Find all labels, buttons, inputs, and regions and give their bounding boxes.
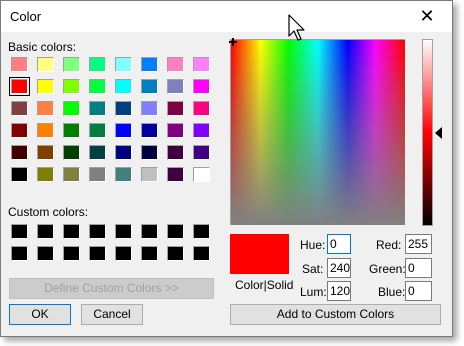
basic-color-swatch[interactable] [167, 101, 184, 116]
cancel-button[interactable]: Cancel [81, 304, 143, 325]
basic-color-swatch[interactable] [89, 167, 106, 182]
lum-label: Lum: [300, 285, 327, 299]
custom-color-swatch[interactable] [63, 246, 80, 261]
basic-color-swatch[interactable] [11, 167, 28, 182]
basic-color-swatch[interactable] [89, 145, 106, 160]
red-label: Red: [376, 238, 402, 252]
custom-color-swatch[interactable] [193, 246, 210, 261]
basic-color-swatch[interactable] [193, 57, 210, 72]
basic-color-swatch[interactable] [63, 145, 80, 160]
basic-color-swatch[interactable] [167, 167, 184, 182]
basic-color-swatch[interactable] [193, 145, 210, 160]
custom-color-swatch[interactable] [11, 224, 28, 239]
custom-colors-label: Custom colors: [8, 205, 89, 219]
custom-color-swatch[interactable] [115, 224, 132, 239]
hue-saturation-spectrum[interactable] [229, 38, 405, 225]
basic-color-swatch[interactable] [141, 79, 158, 94]
green-field[interactable]: 0 [405, 258, 432, 278]
basic-color-swatch[interactable] [115, 57, 132, 72]
custom-color-swatch[interactable] [37, 246, 54, 261]
basic-color-swatch[interactable] [89, 123, 106, 138]
custom-color-swatch[interactable] [167, 224, 184, 239]
close-icon[interactable]: ✕ [404, 1, 450, 31]
basic-color-swatch[interactable] [37, 101, 54, 116]
custom-color-swatch[interactable] [193, 224, 210, 239]
basic-color-swatch[interactable] [167, 79, 184, 94]
custom-color-swatch[interactable] [115, 246, 132, 261]
arrow-left-icon[interactable] [435, 127, 442, 139]
custom-color-swatch[interactable] [37, 224, 54, 239]
custom-colors-grid [11, 224, 210, 261]
basic-color-swatch[interactable] [37, 57, 54, 72]
sat-label: Sat: [302, 262, 324, 276]
basic-color-swatch[interactable] [37, 79, 54, 94]
crosshair-icon [229, 38, 237, 46]
basic-color-swatch[interactable] [63, 79, 80, 94]
green-label: Green: [369, 262, 406, 276]
color-solid-label: Color|Solid [235, 278, 294, 292]
basic-color-swatch[interactable] [193, 167, 210, 182]
add-to-custom-colors-button[interactable]: Add to Custom Colors [230, 304, 441, 325]
title-bar: Color ✕ [1, 1, 452, 32]
basic-color-swatch[interactable] [141, 123, 158, 138]
mouse-pointer-icon [288, 14, 308, 42]
blue-label: Blue: [378, 285, 406, 299]
color-dialog: Color ✕ Basic colors: Custom colors: Def… [0, 0, 453, 337]
custom-color-swatch[interactable] [141, 246, 158, 261]
luminance-slider[interactable] [422, 39, 433, 226]
hue-label: Hue: [300, 238, 326, 252]
color-preview [230, 234, 289, 274]
lum-field[interactable]: 120 [327, 281, 351, 301]
basic-color-swatch[interactable] [63, 167, 80, 182]
basic-color-swatch[interactable] [37, 123, 54, 138]
basic-color-swatch[interactable] [63, 123, 80, 138]
window-title: Color [10, 9, 42, 24]
basic-color-swatch[interactable] [89, 79, 106, 94]
basic-color-swatch[interactable] [115, 167, 132, 182]
basic-color-swatch[interactable] [11, 145, 28, 160]
basic-color-swatch[interactable] [141, 101, 158, 116]
custom-color-swatch[interactable] [63, 224, 80, 239]
define-custom-colors-button[interactable]: Define Custom Colors >> [9, 278, 214, 299]
basic-color-swatch[interactable] [37, 167, 54, 182]
basic-color-swatch[interactable] [141, 145, 158, 160]
basic-color-swatch[interactable] [11, 123, 28, 138]
basic-color-swatch[interactable] [115, 123, 132, 138]
basic-color-swatch[interactable] [11, 101, 28, 116]
basic-color-swatch[interactable] [141, 167, 158, 182]
basic-color-swatch[interactable] [115, 101, 132, 116]
custom-color-swatch[interactable] [167, 246, 184, 261]
basic-color-swatch[interactable] [167, 57, 184, 72]
basic-color-swatch[interactable] [11, 57, 28, 72]
basic-color-swatch[interactable] [167, 123, 184, 138]
basic-color-swatch[interactable] [37, 145, 54, 160]
hue-field[interactable]: 0 [327, 234, 351, 254]
basic-color-swatch[interactable] [193, 79, 210, 94]
basic-color-swatch[interactable] [167, 145, 184, 160]
blue-field[interactable]: 0 [405, 281, 432, 301]
basic-color-swatch[interactable] [89, 101, 106, 116]
basic-color-swatch[interactable] [63, 101, 80, 116]
basic-color-swatch[interactable] [193, 123, 210, 138]
red-field[interactable]: 255 [405, 234, 432, 254]
sat-field[interactable]: 240 [327, 258, 351, 278]
basic-color-swatch[interactable] [115, 79, 132, 94]
basic-color-swatch[interactable] [115, 145, 132, 160]
custom-color-swatch[interactable] [11, 246, 28, 261]
custom-color-swatch[interactable] [141, 224, 158, 239]
basic-color-swatch[interactable] [63, 57, 80, 72]
basic-colors-grid [9, 57, 210, 182]
custom-color-swatch[interactable] [89, 246, 106, 261]
basic-color-swatch[interactable] [193, 101, 210, 116]
basic-color-swatch[interactable] [9, 77, 30, 96]
basic-colors-label: Basic colors: [8, 40, 77, 54]
basic-color-swatch[interactable] [89, 57, 106, 72]
ok-button[interactable]: OK [9, 304, 71, 325]
basic-color-swatch[interactable] [141, 57, 158, 72]
custom-color-swatch[interactable] [89, 224, 106, 239]
